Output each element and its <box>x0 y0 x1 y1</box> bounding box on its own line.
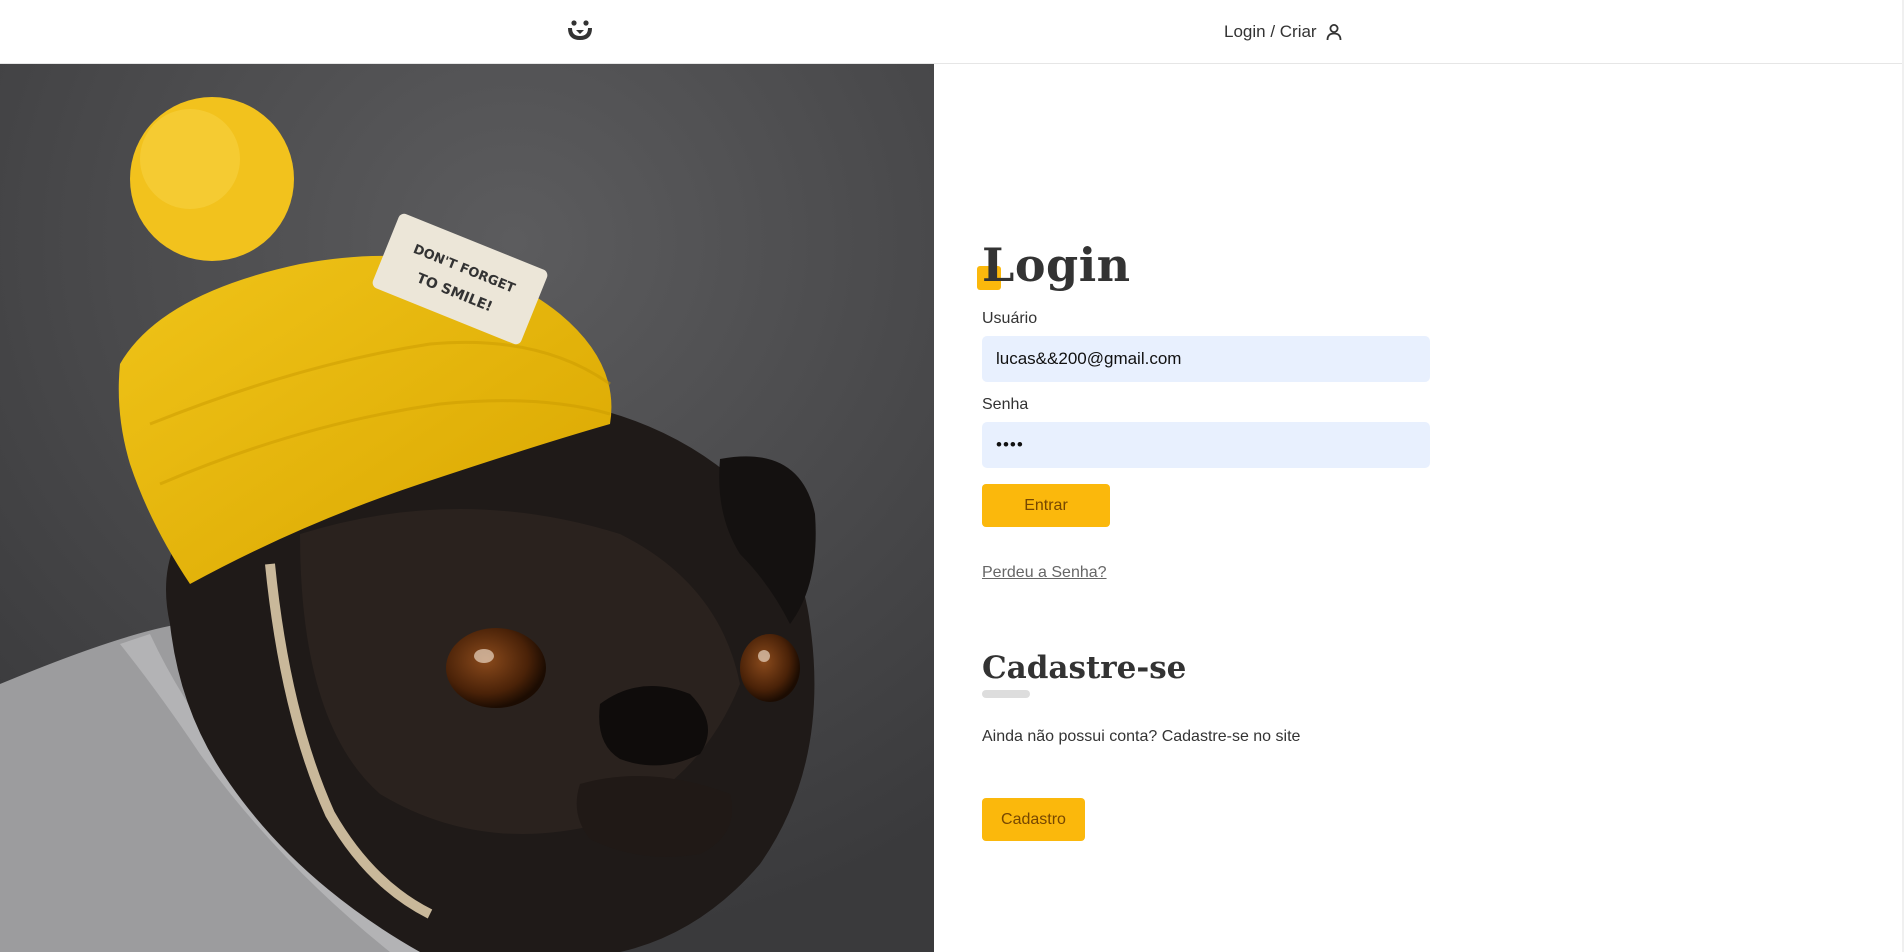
password-label: Senha <box>982 396 1029 413</box>
nav-login-link[interactable]: Login / Criar <box>1224 20 1343 44</box>
signup-text: Ainda não possui conta? Cadastre-se no s… <box>982 728 1301 745</box>
pug-photo: DON'T FORGET TO SMILE! <box>0 64 934 952</box>
login-title: Login <box>982 238 1131 292</box>
dog-logo-icon[interactable] <box>565 15 595 45</box>
password-field[interactable] <box>982 422 1430 468</box>
username-label: Usuário <box>982 310 1038 327</box>
username-field[interactable] <box>982 336 1430 382</box>
login-submit-button[interactable]: Entrar <box>982 484 1110 527</box>
nav-login-label: Login / Criar <box>1224 22 1317 41</box>
signup-title: Cadastre-se <box>982 650 1187 686</box>
dog-logo-svg <box>568 20 592 40</box>
signup-title-underline <box>982 690 1030 698</box>
user-icon <box>1326 24 1342 41</box>
site-header: Login / Criar <box>0 0 1904 64</box>
pug-illustration: DON'T FORGET TO SMILE! <box>0 64 934 952</box>
lost-password-link[interactable]: Perdeu a Senha? <box>982 564 1107 582</box>
signup-button[interactable]: Cadastro <box>982 798 1085 841</box>
